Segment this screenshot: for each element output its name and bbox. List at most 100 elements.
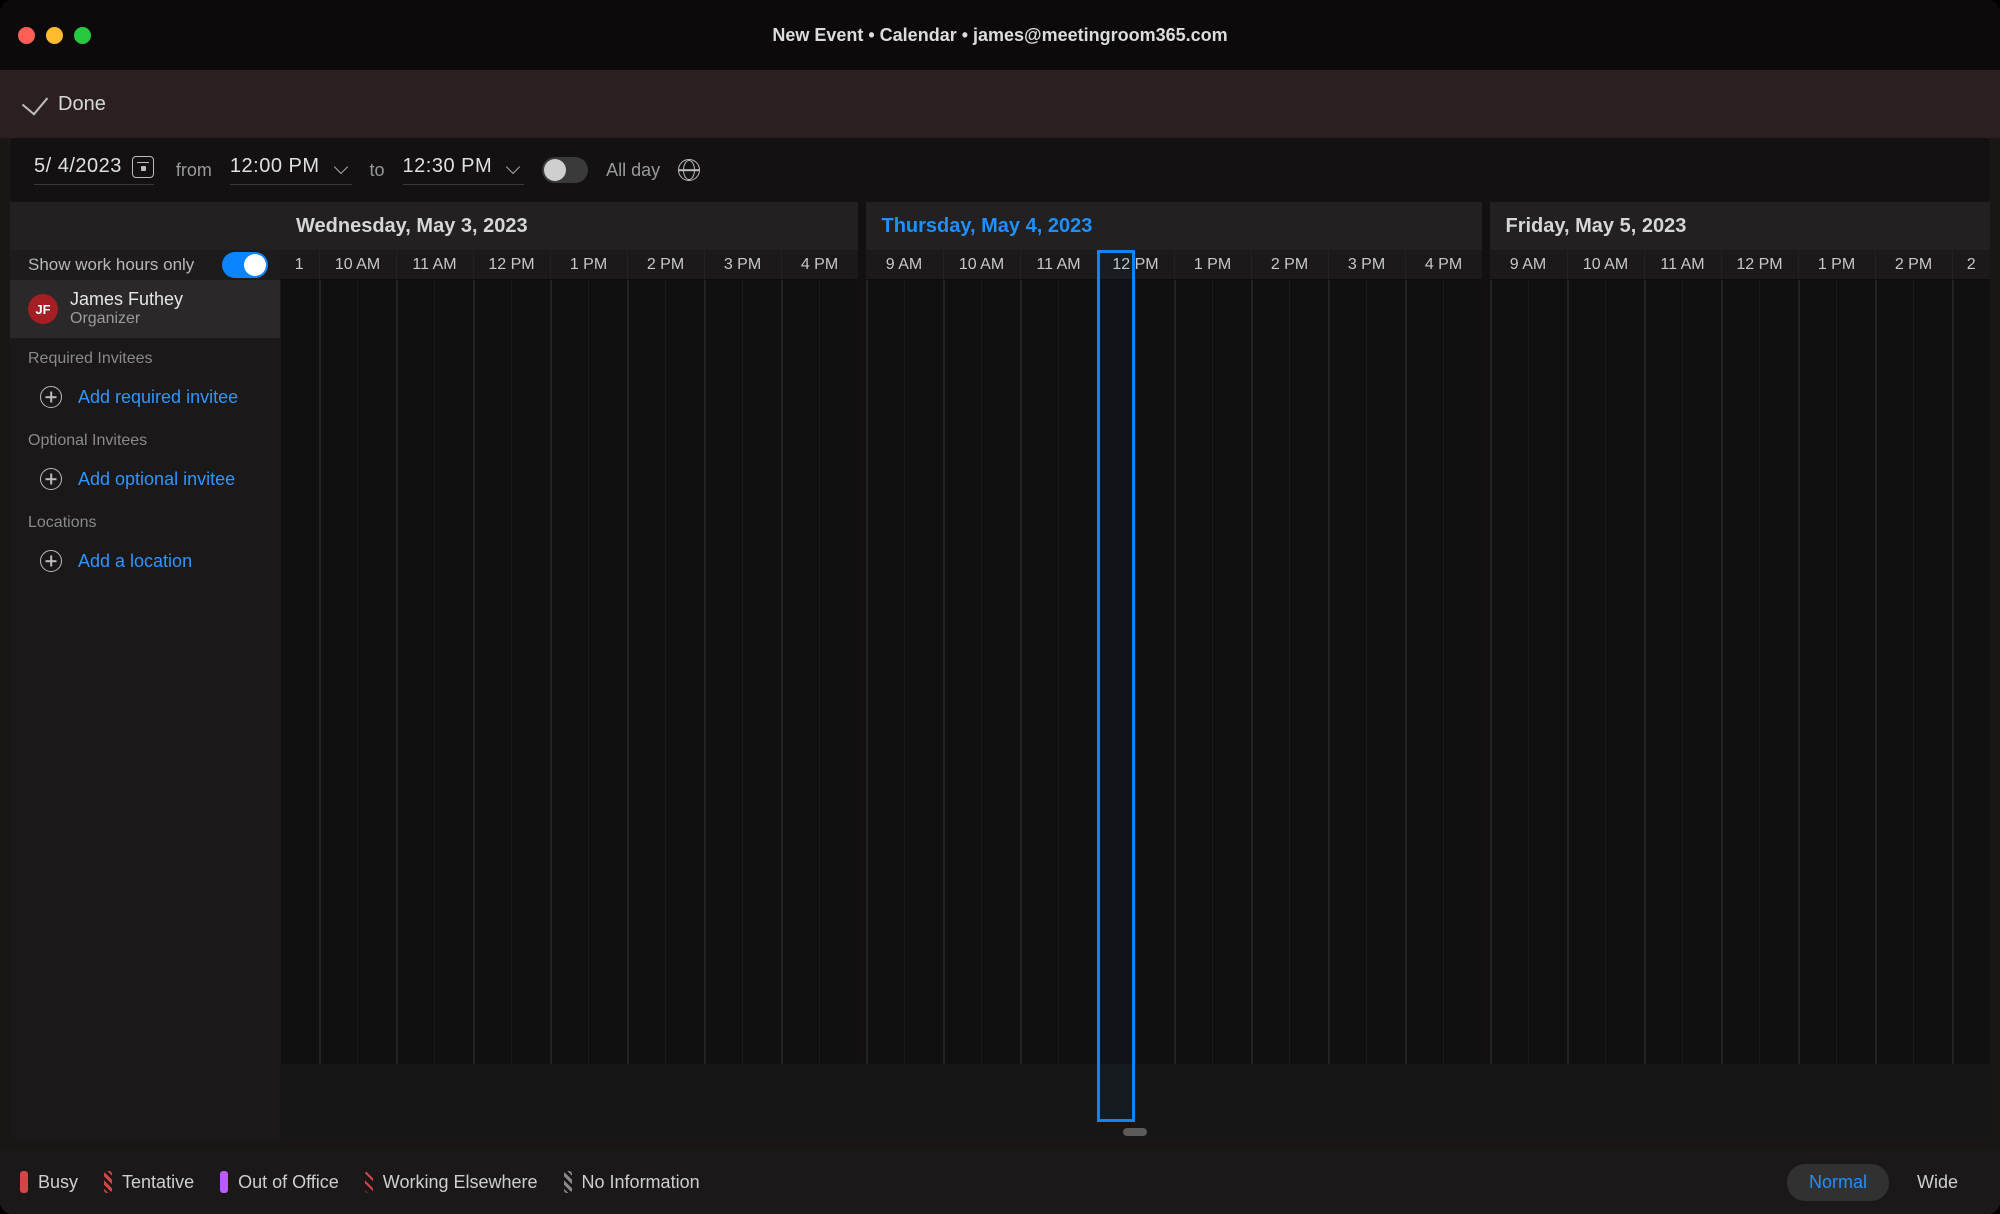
from-time-field[interactable]: 12:00 PM <box>230 155 352 185</box>
time-slot[interactable] <box>588 672 627 728</box>
time-slot[interactable] <box>819 560 858 616</box>
time-slot[interactable] <box>1721 336 1760 392</box>
time-slot[interactable] <box>1289 504 1328 560</box>
time-slot[interactable] <box>1328 896 1367 952</box>
time-slot[interactable] <box>550 560 589 616</box>
time-slot[interactable] <box>781 672 820 728</box>
time-slot[interactable] <box>1682 392 1721 448</box>
time-slot[interactable] <box>1798 560 1837 616</box>
time-slot[interactable] <box>1490 728 1529 784</box>
time-slot[interactable] <box>1328 616 1367 672</box>
date-field[interactable]: 5/ 4/2023 <box>34 155 154 185</box>
time-slot[interactable] <box>627 560 666 616</box>
time-slot[interactable] <box>1798 280 1837 336</box>
time-slot[interactable] <box>1952 1008 1991 1064</box>
time-slot[interactable] <box>1605 336 1644 392</box>
time-slot[interactable] <box>1058 728 1097 784</box>
time-slot[interactable] <box>319 896 358 952</box>
time-slot[interactable] <box>1490 448 1529 504</box>
time-slot[interactable] <box>1644 504 1683 560</box>
time-slot[interactable] <box>357 840 396 896</box>
time-slot[interactable] <box>1020 672 1059 728</box>
time-slot[interactable] <box>1682 504 1721 560</box>
time-slot[interactable] <box>1605 616 1644 672</box>
time-slot[interactable] <box>1836 728 1875 784</box>
time-slot[interactable] <box>1605 560 1644 616</box>
allday-toggle[interactable] <box>542 157 588 183</box>
time-slot[interactable] <box>981 672 1020 728</box>
time-slot[interactable] <box>1721 280 1760 336</box>
time-slot[interactable] <box>1212 448 1251 504</box>
time-slot[interactable] <box>742 672 781 728</box>
time-slot[interactable] <box>1405 672 1444 728</box>
time-slot[interactable] <box>904 840 943 896</box>
time-slot[interactable] <box>1528 1008 1567 1064</box>
time-slot[interactable] <box>742 784 781 840</box>
time-slot[interactable] <box>1490 504 1529 560</box>
time-slot[interactable] <box>1328 336 1367 392</box>
time-slot[interactable] <box>434 784 473 840</box>
time-slot[interactable] <box>1490 392 1529 448</box>
time-slot[interactable] <box>550 336 589 392</box>
time-slot[interactable] <box>396 280 435 336</box>
time-slot[interactable] <box>1443 560 1482 616</box>
time-slot[interactable] <box>1251 336 1290 392</box>
time-slot[interactable] <box>904 448 943 504</box>
time-slot[interactable] <box>1875 448 1914 504</box>
time-slot[interactable] <box>1212 280 1251 336</box>
time-slot[interactable] <box>627 784 666 840</box>
time-slot[interactable] <box>357 504 396 560</box>
time-slot[interactable] <box>588 392 627 448</box>
time-slot[interactable] <box>1097 336 1136 392</box>
time-slot[interactable] <box>1212 672 1251 728</box>
time-slot[interactable] <box>866 504 905 560</box>
time-slot[interactable] <box>1366 616 1405 672</box>
time-slot[interactable] <box>434 616 473 672</box>
time-slot[interactable] <box>981 784 1020 840</box>
time-slot[interactable] <box>866 616 905 672</box>
time-slot[interactable] <box>1759 336 1798 392</box>
time-slot[interactable] <box>1759 616 1798 672</box>
time-slot[interactable] <box>1721 840 1760 896</box>
time-slot[interactable] <box>1836 560 1875 616</box>
time-slot[interactable] <box>1135 616 1174 672</box>
time-slot[interactable] <box>319 728 358 784</box>
time-slot[interactable] <box>627 840 666 896</box>
time-slot[interactable] <box>550 392 589 448</box>
time-slot[interactable] <box>1289 336 1328 392</box>
time-slot[interactable] <box>1366 784 1405 840</box>
time-slot[interactable] <box>1721 392 1760 448</box>
time-slot[interactable] <box>981 1008 1020 1064</box>
time-slot[interactable] <box>1405 560 1444 616</box>
time-slot[interactable] <box>665 1008 704 1064</box>
time-slot[interactable] <box>1058 280 1097 336</box>
view-normal-button[interactable]: Normal <box>1787 1164 1889 1201</box>
time-slot[interactable] <box>473 896 512 952</box>
time-slot[interactable] <box>742 504 781 560</box>
time-slot[interactable] <box>1952 896 1991 952</box>
time-slot[interactable] <box>1644 896 1683 952</box>
time-slot[interactable] <box>1058 448 1097 504</box>
time-slot[interactable] <box>1644 672 1683 728</box>
time-slot[interactable] <box>943 672 982 728</box>
time-slot[interactable] <box>1605 896 1644 952</box>
time-slot[interactable] <box>1490 672 1529 728</box>
time-slot[interactable] <box>1328 448 1367 504</box>
time-slot[interactable] <box>704 672 743 728</box>
time-slot[interactable] <box>704 448 743 504</box>
time-slot[interactable] <box>1058 1008 1097 1064</box>
schedule-grid[interactable]: Wednesday, May 3, 2023110 AM11 AM12 PM1 … <box>280 202 1990 1140</box>
time-slot[interactable] <box>1020 504 1059 560</box>
time-slot[interactable] <box>1443 448 1482 504</box>
time-slot[interactable] <box>1682 784 1721 840</box>
time-slot[interactable] <box>1567 560 1606 616</box>
time-slot[interactable] <box>1289 392 1328 448</box>
time-slot[interactable] <box>981 336 1020 392</box>
zoom-window-button[interactable] <box>74 27 91 44</box>
time-slot[interactable] <box>1721 672 1760 728</box>
time-slot[interactable] <box>1174 672 1213 728</box>
time-slot[interactable] <box>588 448 627 504</box>
time-slot[interactable] <box>1875 728 1914 784</box>
time-slot[interactable] <box>704 952 743 1008</box>
time-slot[interactable] <box>1443 1008 1482 1064</box>
